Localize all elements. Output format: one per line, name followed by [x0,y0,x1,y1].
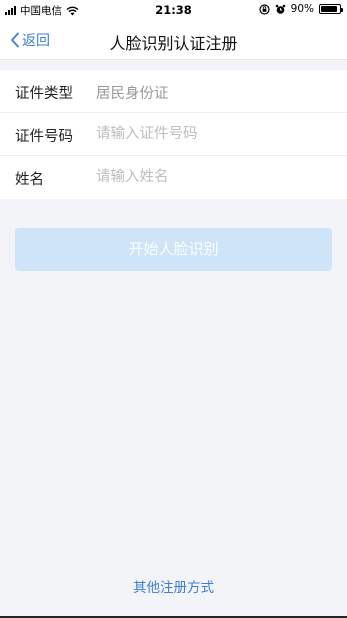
battery-fill [321,6,338,12]
id-type-label: 证件类型 [15,86,73,102]
registration-form: 证件类型 居民身份证 证件号码 姓名 [0,70,347,199]
id-type-value: 居民身份证 [96,86,169,102]
navigation-bar: 返回 人脸识别认证注册 [0,20,347,60]
screen: 中国电信 21:38 90% 返回 人脸识别认证注册 证件类型 居民身份证 证件… [0,0,347,618]
id-number-input[interactable] [96,121,326,147]
id-type-row[interactable]: 证件类型 居民身份证 [0,70,347,113]
battery-percentage: 90% [290,3,314,15]
status-bar: 中国电信 21:38 90% [0,0,347,20]
name-label: 姓名 [15,172,44,188]
orientation-lock-icon [259,3,270,15]
name-row: 姓名 [0,156,347,199]
battery-nub [341,8,343,12]
page-title: 人脸识别认证注册 [109,34,238,53]
id-number-label: 证件号码 [15,129,73,145]
other-register-link[interactable]: 其他注册方式 [0,576,347,596]
start-face-recognition-button[interactable]: 开始人脸识别 [15,228,332,271]
battery-icon [319,4,343,14]
id-number-row: 证件号码 [0,113,347,156]
name-input[interactable] [96,164,326,190]
alarm-icon [275,4,285,14]
status-right: 90% [259,3,343,15]
